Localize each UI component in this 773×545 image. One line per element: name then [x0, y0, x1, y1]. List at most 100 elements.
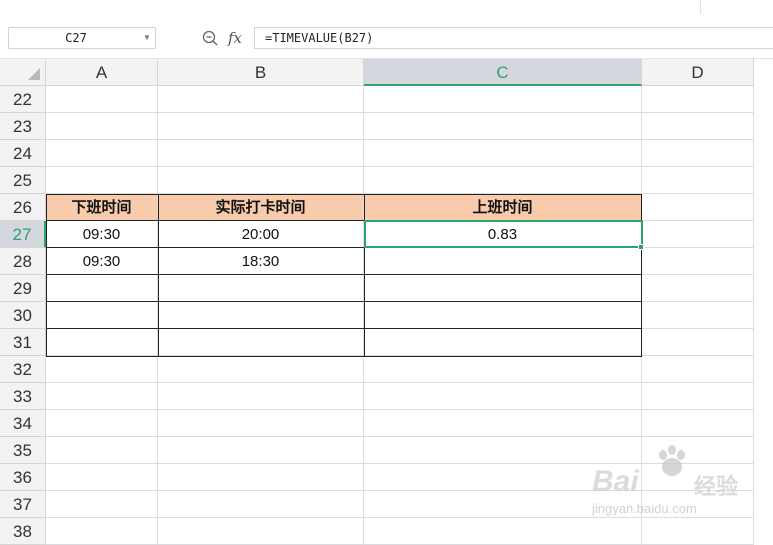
cell-d28[interactable] — [642, 248, 754, 275]
top-strip — [0, 0, 773, 19]
cell-d30[interactable] — [642, 302, 754, 329]
column-header-b[interactable]: B — [158, 59, 364, 86]
row-header-30[interactable]: 30 — [0, 302, 46, 329]
zoom-formula-icon[interactable] — [201, 28, 219, 48]
cell-b26[interactable]: 实际打卡时间 — [158, 194, 364, 221]
cell-a28[interactable]: 09:30 — [46, 248, 158, 275]
row-header-22[interactable]: 22 — [0, 86, 46, 113]
cell-b23[interactable] — [158, 113, 364, 140]
column-header-c[interactable]: C — [364, 59, 642, 86]
spreadsheet-grid: A B C D 22 23 24 25 26 下班时间 实际打卡时间 上班时间 27 09:30 20:00… — [0, 59, 773, 545]
column-header-d[interactable]: D — [642, 59, 754, 86]
cell-d35[interactable] — [642, 437, 754, 464]
column-header-a[interactable]: A — [46, 59, 158, 86]
chevron-down-icon[interactable]: ▼ — [142, 28, 152, 48]
row-header-26[interactable]: 26 — [0, 194, 46, 221]
cell-c24[interactable] — [364, 140, 642, 167]
cell-b29[interactable] — [158, 275, 364, 302]
row-header-24[interactable]: 24 — [0, 140, 46, 167]
row-header-38[interactable]: 38 — [0, 518, 46, 545]
cell-b32[interactable] — [158, 356, 364, 383]
name-box[interactable]: C27 ▼ — [8, 27, 156, 49]
cell-d22[interactable] — [642, 86, 754, 113]
cell-b28[interactable]: 18:30 — [158, 248, 364, 275]
cell-c22[interactable] — [364, 86, 642, 113]
row-header-27[interactable]: 27 — [0, 221, 46, 248]
cell-b24[interactable] — [158, 140, 364, 167]
cell-b31[interactable] — [158, 329, 364, 356]
cell-d37[interactable] — [642, 491, 754, 518]
cell-c37[interactable] — [364, 491, 642, 518]
cell-b33[interactable] — [158, 383, 364, 410]
cell-a23[interactable] — [46, 113, 158, 140]
cell-a24[interactable] — [46, 140, 158, 167]
cell-a33[interactable] — [46, 383, 158, 410]
cell-a22[interactable] — [46, 86, 158, 113]
select-all-triangle-icon — [28, 68, 40, 80]
row-header-31[interactable]: 31 — [0, 329, 46, 356]
cell-d32[interactable] — [642, 356, 754, 383]
cell-d29[interactable] — [642, 275, 754, 302]
cell-c33[interactable] — [364, 383, 642, 410]
row-header-25[interactable]: 25 — [0, 167, 46, 194]
cell-c30[interactable] — [364, 302, 642, 329]
cell-c28[interactable] — [364, 248, 642, 275]
name-box-value: C27 — [65, 31, 87, 45]
cell-a31[interactable] — [46, 329, 158, 356]
cell-a35[interactable] — [46, 437, 158, 464]
cell-c32[interactable] — [364, 356, 642, 383]
row-header-35[interactable]: 35 — [0, 437, 46, 464]
row-header-32[interactable]: 32 — [0, 356, 46, 383]
cell-c31[interactable] — [364, 329, 642, 356]
cell-c35[interactable] — [364, 437, 642, 464]
formula-input[interactable]: =TIMEVALUE(B27) — [254, 27, 773, 49]
cell-b34[interactable] — [158, 410, 364, 437]
cell-d36[interactable] — [642, 464, 754, 491]
cell-c29[interactable] — [364, 275, 642, 302]
cell-d23[interactable] — [642, 113, 754, 140]
cell-b25[interactable] — [158, 167, 364, 194]
fill-handle[interactable] — [638, 244, 644, 250]
cell-a32[interactable] — [46, 356, 158, 383]
cell-b30[interactable] — [158, 302, 364, 329]
row-header-33[interactable]: 33 — [0, 383, 46, 410]
cell-c34[interactable] — [364, 410, 642, 437]
row-header-23[interactable]: 23 — [0, 113, 46, 140]
cell-d31[interactable] — [642, 329, 754, 356]
cell-a29[interactable] — [46, 275, 158, 302]
row-header-29[interactable]: 29 — [0, 275, 46, 302]
select-all-corner[interactable] — [0, 59, 46, 86]
cell-d33[interactable] — [642, 383, 754, 410]
cell-d27[interactable] — [642, 221, 754, 248]
cell-a25[interactable] — [46, 167, 158, 194]
cell-a26[interactable]: 下班时间 — [46, 194, 158, 221]
cell-d34[interactable] — [642, 410, 754, 437]
cell-c25[interactable] — [364, 167, 642, 194]
cell-c36[interactable] — [364, 464, 642, 491]
cell-c23[interactable] — [364, 113, 642, 140]
cell-d38[interactable] — [642, 518, 754, 545]
fx-icon[interactable]: fx — [228, 28, 248, 48]
cell-b27[interactable]: 20:00 — [158, 221, 364, 248]
cell-b22[interactable] — [158, 86, 364, 113]
cell-a34[interactable] — [46, 410, 158, 437]
cell-b37[interactable] — [158, 491, 364, 518]
cell-d25[interactable] — [642, 167, 754, 194]
cell-a36[interactable] — [46, 464, 158, 491]
row-header-37[interactable]: 37 — [0, 491, 46, 518]
cell-a30[interactable] — [46, 302, 158, 329]
cell-d26[interactable] — [642, 194, 754, 221]
cell-c38[interactable] — [364, 518, 642, 545]
cell-b35[interactable] — [158, 437, 364, 464]
row-header-28[interactable]: 28 — [0, 248, 46, 275]
row-header-34[interactable]: 34 — [0, 410, 46, 437]
row-header-36[interactable]: 36 — [0, 464, 46, 491]
cell-a27[interactable]: 09:30 — [46, 221, 158, 248]
cell-c26[interactable]: 上班时间 — [364, 194, 642, 221]
cell-b36[interactable] — [158, 464, 364, 491]
cell-d24[interactable] — [642, 140, 754, 167]
cell-b38[interactable] — [158, 518, 364, 545]
cell-a37[interactable] — [46, 491, 158, 518]
cell-a38[interactable] — [46, 518, 158, 545]
cell-c27[interactable]: 0.83 — [364, 221, 642, 248]
